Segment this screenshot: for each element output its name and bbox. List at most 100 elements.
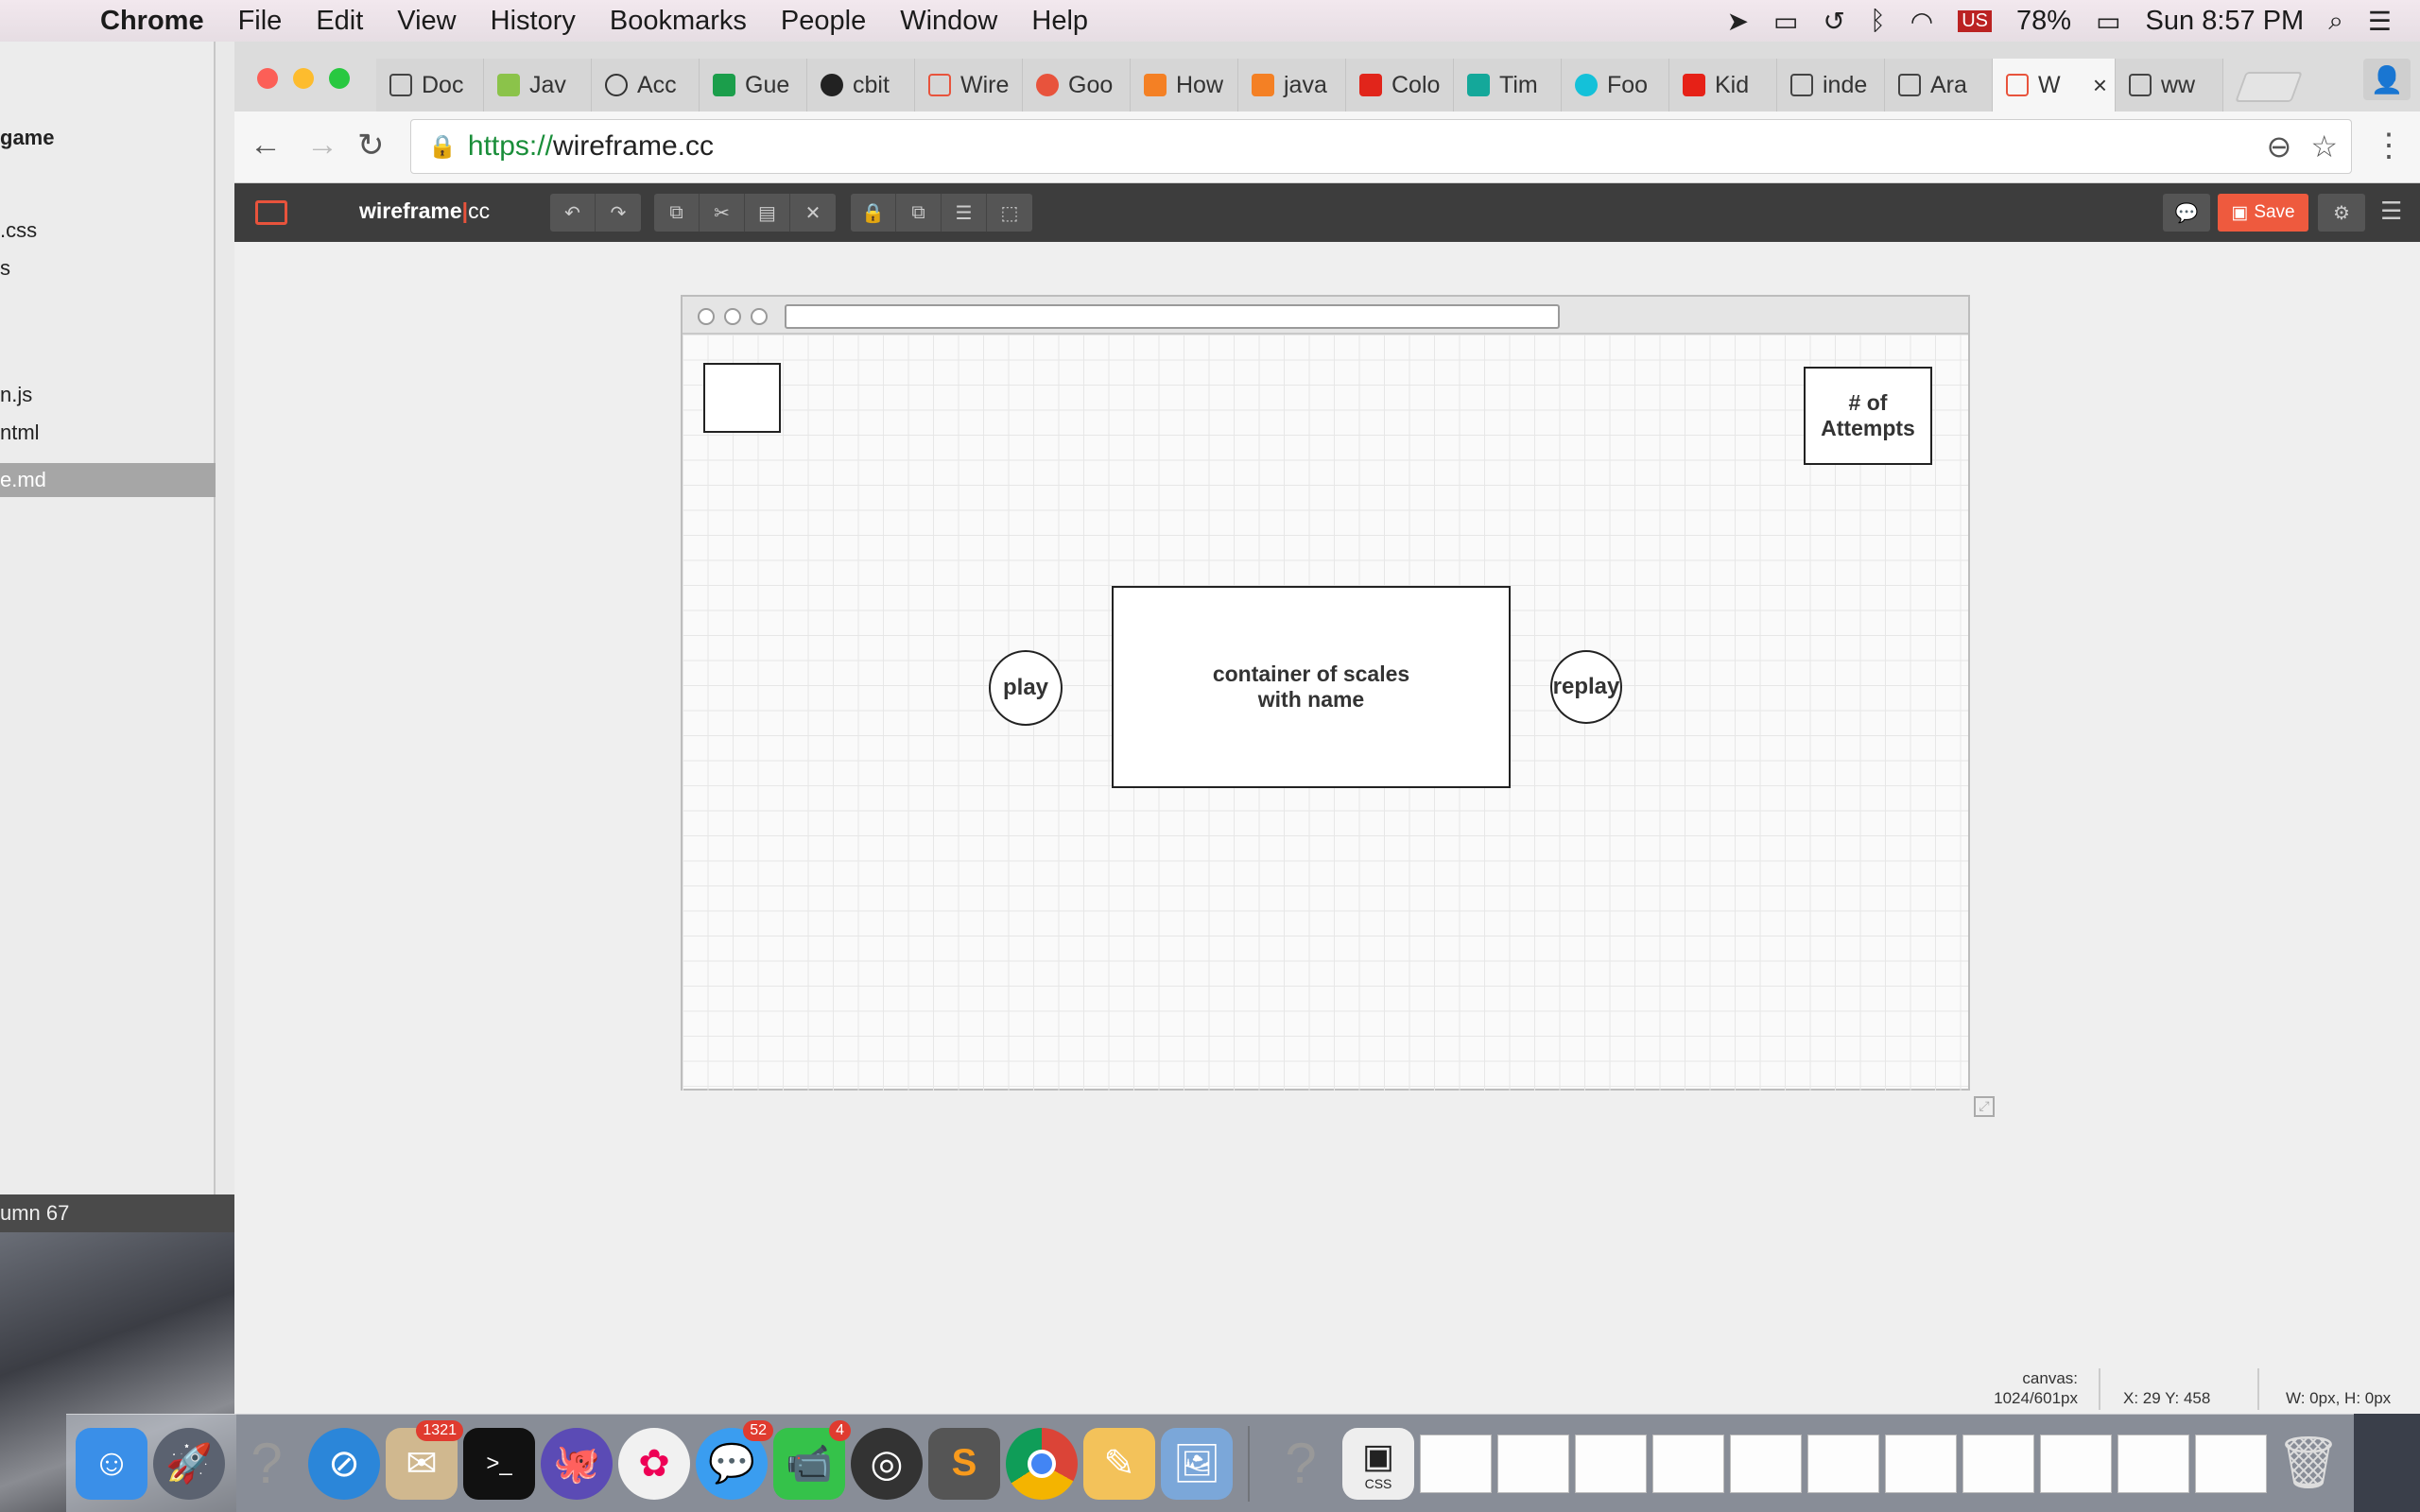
photos-icon[interactable]: ✿ bbox=[618, 1427, 690, 1500]
menu-window[interactable]: Window bbox=[900, 6, 997, 37]
tab-inde[interactable]: inde bbox=[1777, 59, 1885, 112]
window-thumbnail[interactable] bbox=[1885, 1434, 1957, 1493]
profile-icon[interactable]: 👤 bbox=[2363, 59, 2411, 100]
lock-element-icon[interactable]: 🔒 bbox=[851, 194, 896, 232]
mail-icon[interactable]: ✉ 1321 bbox=[386, 1419, 463, 1500]
undo-icon[interactable]: ↶ bbox=[550, 194, 596, 232]
menu-view[interactable]: View bbox=[397, 6, 456, 37]
tab-java[interactable]: Jav bbox=[484, 59, 592, 112]
tab-cbit[interactable]: cbit bbox=[807, 59, 915, 112]
window-thumbnail[interactable] bbox=[2040, 1434, 2112, 1493]
wireframe-logo-icon[interactable] bbox=[255, 200, 287, 225]
window-thumbnail[interactable] bbox=[2118, 1434, 2189, 1493]
tab-colo[interactable]: Colo bbox=[1346, 59, 1454, 112]
bookmark-star-icon[interactable]: ☆ bbox=[2310, 129, 2338, 164]
wifi-icon[interactable]: ◠ bbox=[1910, 6, 1933, 37]
window-thumbnail[interactable] bbox=[1420, 1434, 1492, 1493]
facetime-icon[interactable]: 📹 4 bbox=[773, 1419, 851, 1500]
canvas-browser-frame[interactable]: # of Attempts play container of scales w… bbox=[681, 295, 1970, 1091]
align-icon[interactable]: ☰ bbox=[942, 194, 987, 232]
save-button[interactable]: ▣ Save bbox=[2218, 194, 2308, 232]
placeholder-box[interactable] bbox=[703, 363, 781, 433]
trash-icon[interactable]: 🗑 bbox=[2273, 1428, 2344, 1500]
new-tab-button[interactable] bbox=[2235, 72, 2303, 102]
attempts-box[interactable]: # of Attempts bbox=[1804, 367, 1932, 465]
tab-acc[interactable]: Acc bbox=[592, 59, 700, 112]
zoom-icon[interactable]: ⊖ bbox=[2267, 129, 2292, 164]
unknown-app-icon[interactable]: ? bbox=[231, 1428, 302, 1500]
scales-container-box[interactable]: container of scales with name bbox=[1112, 586, 1511, 788]
minimize-window-button[interactable] bbox=[293, 68, 314, 89]
play-circle[interactable]: play bbox=[989, 650, 1063, 726]
file-item[interactable]: n.js bbox=[0, 378, 216, 412]
menu-history[interactable]: History bbox=[491, 6, 576, 37]
menu-file[interactable]: File bbox=[238, 6, 283, 37]
window-thumbnail[interactable] bbox=[1807, 1434, 1879, 1493]
back-icon[interactable]: ← bbox=[250, 127, 282, 163]
resize-canvas-icon[interactable]: ⤢ bbox=[1974, 1096, 1995, 1117]
replay-circle[interactable]: replay bbox=[1550, 650, 1622, 724]
cut-icon[interactable]: ✂ bbox=[700, 194, 745, 232]
messages-icon[interactable]: 💬 52 bbox=[696, 1419, 773, 1500]
pages-icon[interactable]: ✎ bbox=[1083, 1427, 1155, 1500]
window-thumbnail[interactable] bbox=[2195, 1434, 2267, 1493]
tab-active-wireframe[interactable]: W × bbox=[1993, 59, 2116, 112]
paste-icon[interactable]: ▤ bbox=[745, 194, 790, 232]
tab-ww[interactable]: ww bbox=[2116, 59, 2223, 112]
copy-icon[interactable]: ⧉ bbox=[654, 194, 700, 232]
forward-icon[interactable]: → bbox=[306, 127, 338, 163]
finder-icon[interactable]: ☺ bbox=[76, 1427, 147, 1500]
window-thumbnail[interactable] bbox=[1730, 1434, 1802, 1493]
menu-help[interactable]: Help bbox=[1031, 6, 1088, 37]
sublime-text-icon[interactable]: S bbox=[928, 1427, 1000, 1500]
tab-doc[interactable]: Doc bbox=[376, 59, 484, 112]
bluetooth-icon[interactable]: ᛒ bbox=[1870, 6, 1886, 36]
window-thumbnail[interactable] bbox=[1652, 1434, 1724, 1493]
arrange-icon[interactable]: ⧉ bbox=[896, 194, 942, 232]
terminal-icon[interactable]: >_ bbox=[463, 1427, 535, 1500]
tab-ara[interactable]: Ara bbox=[1885, 59, 1993, 112]
tab-gue[interactable]: Gue bbox=[700, 59, 807, 112]
window-thumbnail[interactable] bbox=[1497, 1434, 1569, 1493]
safari-icon[interactable]: ⊘ bbox=[308, 1427, 380, 1500]
close-window-button[interactable] bbox=[257, 68, 278, 89]
flag-icon[interactable]: US bbox=[1958, 9, 1993, 32]
battery-icon[interactable]: ▭ bbox=[2096, 6, 2120, 37]
zoom-window-button[interactable] bbox=[329, 68, 350, 89]
unknown-app-icon[interactable]: ? bbox=[1265, 1428, 1337, 1500]
menu-edit[interactable]: Edit bbox=[316, 6, 363, 37]
tab-goo[interactable]: Goo bbox=[1023, 59, 1131, 112]
menu-app-name[interactable]: Chrome bbox=[100, 6, 204, 37]
time-machine-icon[interactable]: ↺ bbox=[1824, 6, 1845, 37]
settings-icon[interactable]: ⚙ bbox=[2318, 194, 2365, 232]
file-item[interactable]: .css bbox=[0, 214, 216, 248]
menu-bookmarks[interactable]: Bookmarks bbox=[610, 6, 747, 37]
spotlight-icon[interactable]: ⌕ bbox=[2328, 6, 2343, 37]
hamburger-menu-icon[interactable]: ☰ bbox=[2380, 197, 2402, 226]
select-all-icon[interactable]: ⬚ bbox=[987, 194, 1032, 232]
reload-icon[interactable]: ↻ bbox=[357, 127, 385, 164]
chrome-menu-icon[interactable]: ⋮ bbox=[2373, 127, 2405, 164]
menu-people[interactable]: People bbox=[781, 6, 866, 37]
comment-icon[interactable]: 💬 bbox=[2163, 194, 2210, 232]
delete-icon[interactable]: ✕ bbox=[790, 194, 836, 232]
window-thumbnail[interactable] bbox=[1962, 1434, 2034, 1493]
tab-kid[interactable]: Kid bbox=[1669, 59, 1777, 112]
file-item[interactable]: game bbox=[0, 121, 216, 155]
disk-utility-icon[interactable]: ◎ bbox=[851, 1427, 923, 1500]
css-stack-icon[interactable]: ▣ CSS bbox=[1342, 1427, 1414, 1500]
chrome-icon[interactable] bbox=[1006, 1427, 1078, 1500]
tab-java-so[interactable]: java bbox=[1238, 59, 1346, 112]
menubar-clock[interactable]: Sun 8:57 PM bbox=[2146, 6, 2305, 37]
preview-icon[interactable]: 🖼 bbox=[1161, 1427, 1233, 1500]
close-tab-icon[interactable]: × bbox=[2093, 71, 2107, 100]
notification-center-icon[interactable]: ☰ bbox=[2368, 6, 2392, 37]
file-item[interactable]: ntml bbox=[0, 416, 216, 450]
tab-wire[interactable]: Wire bbox=[915, 59, 1023, 112]
airplay-icon[interactable]: ▭ bbox=[1773, 6, 1798, 37]
location-icon[interactable]: ➤ bbox=[1727, 6, 1749, 37]
file-item-selected[interactable]: e.md bbox=[0, 463, 216, 497]
tab-how[interactable]: How bbox=[1131, 59, 1238, 112]
file-item[interactable]: s bbox=[0, 251, 216, 285]
launchpad-icon[interactable]: 🚀 bbox=[153, 1427, 225, 1500]
